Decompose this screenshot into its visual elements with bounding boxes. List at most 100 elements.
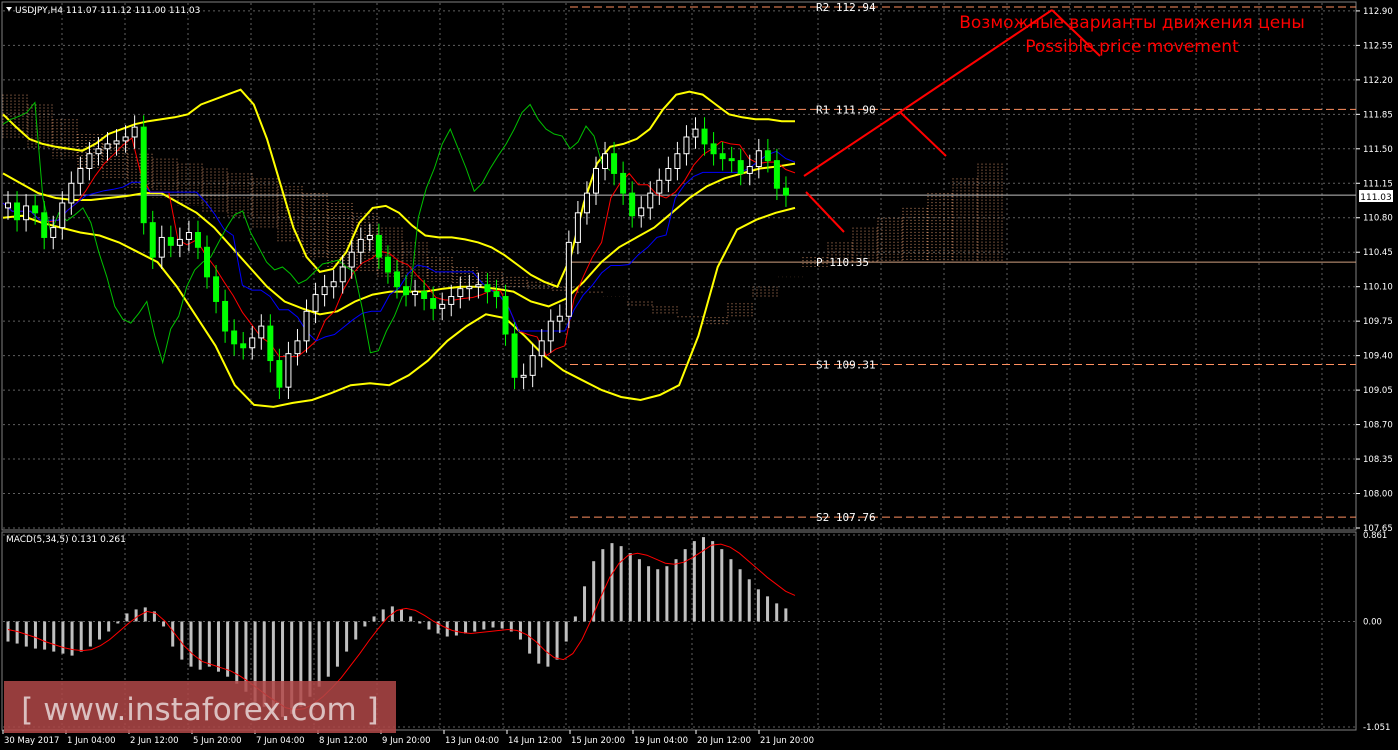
candle-body — [466, 286, 473, 290]
macd-histogram-bar — [610, 543, 614, 622]
macd-histogram-bar — [546, 621, 550, 667]
price-tick-label: 109.05 — [1363, 386, 1393, 396]
macd-histogram-bar — [134, 609, 138, 622]
macd-histogram-bar — [216, 621, 220, 672]
macd-histogram-bar — [171, 621, 175, 647]
candle-body — [384, 256, 391, 273]
candle-body — [59, 202, 66, 229]
price-tick-label: 111.15 — [1363, 179, 1393, 189]
candle-body — [620, 172, 627, 194]
macd-histogram-bar — [107, 621, 111, 632]
macd-histogram-bar — [637, 559, 641, 622]
candle-body — [475, 284, 482, 288]
time-tick-label: 5 Jun 20:00 — [193, 736, 242, 746]
time-tick-label: 30 May 2017 — [4, 736, 59, 746]
candle-body — [113, 140, 120, 145]
time-tick-label: 8 Jun 12:00 — [319, 736, 368, 746]
candle-body — [185, 232, 192, 240]
candle-body — [529, 355, 536, 376]
macd-histogram-bar — [711, 541, 715, 622]
candle-body — [701, 128, 708, 145]
macd-histogram-bar — [52, 621, 56, 652]
candle-body — [502, 296, 509, 335]
candle-body — [656, 179, 663, 194]
macd-histogram-bar — [766, 596, 770, 622]
candle-body — [412, 291, 419, 296]
macd-histogram-bar — [729, 559, 733, 622]
macd-histogram-bar — [180, 621, 184, 660]
time-tick-label: 2 Jun 12:00 — [130, 736, 179, 746]
watermark: [ www.instaforex.com ] — [4, 681, 396, 733]
macd-histogram-bar — [400, 609, 403, 622]
current-price-label: 111.03 — [1360, 193, 1392, 203]
time-tick-label: 1 Jun 04:00 — [67, 736, 116, 746]
candle-body — [249, 337, 256, 349]
macd-histogram-bar — [747, 579, 751, 622]
macd-tick-label: 0.00 — [1363, 617, 1382, 627]
macd-histogram-bar — [464, 621, 468, 634]
candle-body — [683, 136, 690, 155]
macd-histogram-bar — [345, 621, 349, 652]
candle-body — [213, 276, 220, 302]
macd-histogram-bar — [674, 559, 678, 622]
macd-histogram-bar — [317, 621, 321, 687]
candle-body — [719, 153, 726, 160]
candle-body — [638, 207, 645, 217]
candle-body — [86, 153, 93, 169]
candle-body — [303, 310, 310, 342]
macd-histogram-bar — [143, 607, 147, 622]
candle-body — [375, 234, 382, 258]
macd-histogram-bar — [116, 621, 120, 624]
candle-body — [430, 298, 437, 309]
candle-body — [457, 288, 464, 298]
macd-histogram-bar — [363, 621, 367, 627]
candle-body — [393, 271, 400, 288]
macd-histogram-bar — [15, 621, 19, 644]
macd-histogram-bar — [326, 621, 330, 677]
macd-histogram-bar — [418, 621, 422, 624]
candle-body — [511, 333, 518, 378]
candle-body — [330, 281, 337, 288]
candle-body — [710, 143, 717, 155]
candle-body — [41, 212, 48, 238]
time-tick-label: 13 Jun 04:00 — [445, 736, 499, 746]
macd-histogram-bar — [656, 569, 660, 622]
candle-body — [448, 296, 455, 305]
candle-body — [592, 167, 599, 194]
candle-body — [602, 153, 609, 169]
candle-body — [23, 205, 30, 221]
candle-body — [439, 303, 446, 309]
price-tick-label: 110.80 — [1363, 214, 1393, 224]
candle-body — [194, 232, 201, 248]
candle-body — [728, 158, 735, 162]
candle-body — [665, 167, 672, 181]
macd-histogram-bar — [518, 621, 522, 640]
macd-histogram-bar — [79, 621, 83, 652]
macd-histogram-bar — [756, 589, 760, 622]
macd-tick-label: 0.861 — [1363, 531, 1387, 541]
price-tick-label: 112.20 — [1363, 76, 1393, 86]
candle-body — [547, 320, 554, 342]
macd-histogram-bar — [162, 621, 166, 627]
macd-histogram-bar — [88, 621, 92, 647]
candle-body — [421, 291, 428, 300]
macd-histogram-bar — [537, 621, 541, 664]
macd-histogram-bar — [491, 621, 495, 628]
candle-body — [773, 160, 780, 189]
candle-body — [131, 126, 138, 138]
candle-body — [312, 294, 319, 312]
candle-body — [267, 325, 274, 362]
candle-body — [556, 315, 563, 322]
chart-canvas[interactable]: R2 112.94 R1 111.90 P 110.35 S1 109.31 S2 10… — [0, 0, 1398, 750]
watermark-text: [ www.instaforex.com ] — [21, 692, 378, 728]
candle-body — [764, 150, 771, 162]
macd-histogram-bar — [775, 603, 779, 622]
price-tick-label: 111.85 — [1363, 110, 1393, 120]
macd-histogram-bar — [601, 549, 605, 622]
candle-body — [222, 300, 229, 332]
pivot-level-label: S2 107.76 — [816, 511, 876, 524]
time-tick-label: 9 Jun 20:00 — [382, 736, 431, 746]
macd-histogram-bar — [647, 566, 651, 622]
candle-body — [231, 330, 238, 345]
macd-histogram-bar — [473, 621, 477, 632]
